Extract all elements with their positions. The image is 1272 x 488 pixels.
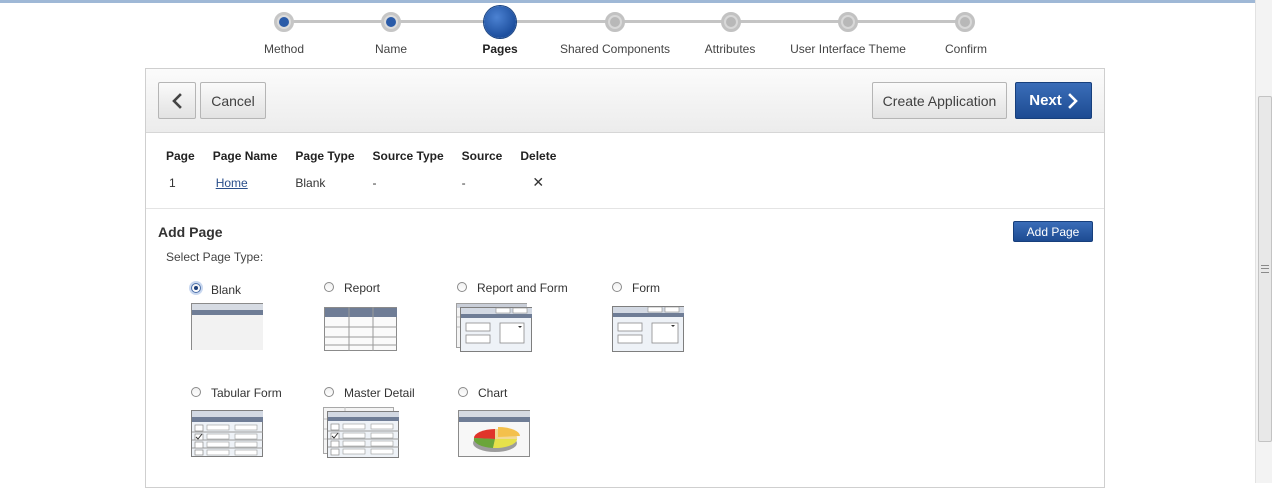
section-divider — [146, 208, 1104, 209]
radio-chart[interactable] — [458, 387, 468, 397]
next-button[interactable]: Next — [1015, 82, 1092, 119]
page-name-link[interactable]: Home — [216, 176, 248, 190]
delete-icon[interactable]: ✕ — [520, 174, 574, 191]
cancel-button[interactable]: Cancel — [200, 82, 266, 119]
radio-tabular-form[interactable] — [191, 387, 201, 397]
chevron-left-icon — [172, 92, 182, 109]
report-and-form-thumbnail-icon[interactable] — [456, 303, 534, 353]
table-row: 1 Home Blank - - ✕ — [166, 174, 574, 191]
option-label-form: Form — [632, 281, 660, 295]
master-detail-thumbnail-icon[interactable] — [323, 407, 401, 459]
cell-source: - — [461, 175, 466, 190]
wizard-region: Cancel Create Application Next Page Page… — [145, 68, 1105, 488]
col-header-delete: Delete — [520, 149, 557, 163]
option-label-chart: Chart — [478, 386, 508, 400]
radio-master-detail[interactable] — [324, 387, 334, 397]
wizard-progress: Method Name Pages Shared Components Attr… — [0, 0, 1272, 66]
chevron-right-icon — [1067, 92, 1078, 109]
option-label-blank: Blank — [211, 283, 242, 297]
step-confirm-dot — [955, 12, 975, 32]
option-label-tabular-form: Tabular Form — [211, 386, 282, 400]
add-page-button[interactable]: Add Page — [1013, 221, 1093, 242]
scrollbar-thumb[interactable] — [1258, 96, 1272, 442]
col-header-page: Page — [166, 149, 195, 163]
chart-thumbnail-icon[interactable] — [458, 410, 532, 458]
grip-icon — [1261, 265, 1269, 273]
pages-table: Page Page Name Page Type Source Type Sou… — [166, 149, 574, 191]
report-thumbnail-icon[interactable] — [324, 307, 398, 352]
add-page-title: Add Page — [158, 224, 223, 240]
option-label-report-and-form: Report and Form — [477, 281, 568, 295]
step-name-dot[interactable] — [381, 12, 401, 32]
vertical-scrollbar[interactable] — [1255, 0, 1272, 483]
radio-form[interactable] — [612, 282, 622, 292]
step-attributes-dot — [721, 12, 741, 32]
col-header-source-type: Source Type — [372, 149, 444, 163]
back-button[interactable] — [158, 82, 196, 119]
col-header-page-type: Page Type — [295, 149, 355, 163]
grip-icon-middle — [1261, 268, 1269, 269]
next-button-label: Next — [1029, 92, 1062, 109]
radio-report-and-form[interactable] — [457, 282, 467, 292]
cell-page-type: Blank — [295, 175, 326, 190]
step-confirm-label: Confirm — [944, 42, 987, 56]
step-shared-components-dot — [605, 12, 625, 32]
col-header-page-name: Page Name — [212, 149, 278, 163]
step-method-dot[interactable] — [274, 12, 294, 32]
cell-page: 1 — [169, 175, 176, 190]
option-label-master-detail: Master Detail — [344, 386, 415, 400]
select-page-type-label: Select Page Type: — [166, 250, 264, 264]
cell-source-type: - — [372, 175, 377, 190]
col-header-source: Source — [461, 149, 503, 163]
form-thumbnail-icon[interactable] — [612, 306, 686, 353]
radio-report[interactable] — [324, 282, 334, 292]
table-header-row: Page Page Name Page Type Source Type Sou… — [166, 149, 574, 174]
blank-thumbnail-icon[interactable] — [191, 303, 264, 351]
step-ui-theme-dot — [838, 12, 858, 32]
create-application-button[interactable]: Create Application — [872, 82, 1007, 119]
region-toolbar: Cancel Create Application Next — [146, 69, 1104, 133]
tabular-form-thumbnail-icon[interactable] — [191, 410, 264, 458]
step-pages-dot — [484, 6, 516, 38]
radio-blank[interactable] — [191, 283, 201, 293]
option-label-report: Report — [344, 281, 381, 295]
